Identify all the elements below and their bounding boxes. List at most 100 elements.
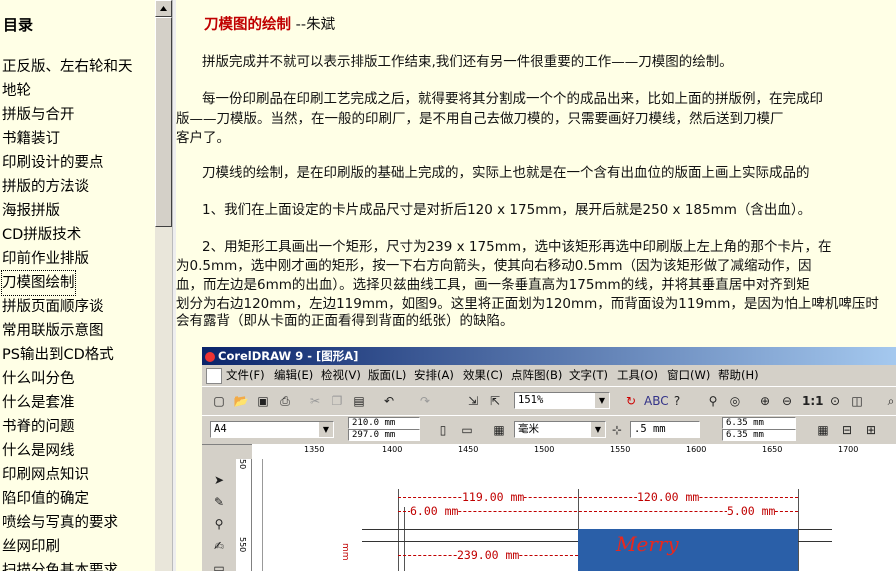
page-width-field[interactable]: 210.0 mm — [348, 417, 420, 429]
units-dropdown-arrow-icon[interactable]: ▼ — [591, 422, 605, 437]
zoom-page-icon[interactable]: ⌕ — [882, 392, 896, 410]
spellcheck-icon[interactable]: ABC — [644, 392, 669, 410]
zoom-all-icon[interactable]: ◫ — [848, 392, 866, 410]
toc-link[interactable]: 陷印值的确定 — [2, 487, 89, 511]
toc-link[interactable]: 正反版、左右轮和天 — [2, 55, 133, 79]
menu-effects[interactable]: 效果(C) — [463, 365, 503, 385]
toolbox: ➤ ✎ ⚲ ✍ ▭ — [204, 459, 234, 571]
zoom-out-icon[interactable]: ⊖ — [778, 392, 796, 410]
toc-link[interactable]: 拼版与合开 — [2, 103, 75, 127]
toc-link[interactable]: 地轮 — [2, 79, 31, 103]
article-frame: 刀模图的绘制 --朱斌 拼版完成并不就可以表示排版工作结束,我们还有另一件很重要… — [176, 0, 896, 571]
scroll-thumb[interactable] — [155, 17, 172, 227]
whats-this-icon[interactable]: ? — [668, 392, 686, 410]
page-height-field[interactable]: 297.0 mm — [348, 429, 420, 441]
menu-arrange[interactable]: 安排(A) — [414, 365, 454, 385]
ruler-tick: 1350 — [304, 445, 325, 454]
toc-link-current[interactable]: 刀模图绘制 — [1, 270, 76, 296]
toc-link[interactable]: 常用联版示意图 — [2, 319, 104, 343]
menu-window[interactable]: 窗口(W) — [667, 365, 710, 385]
duplicate-y-field[interactable]: 6.35 mm — [722, 429, 796, 441]
toc-link[interactable]: 拼版页面顺序谈 — [2, 295, 104, 319]
cut-icon[interactable]: ✂ — [306, 392, 324, 410]
toc-link[interactable]: 丝网印刷 — [2, 535, 60, 559]
menubar: 文件(F) 编辑(E) 检视(V) 版面(L) 安排(A) 效果(C) 点阵图(… — [202, 365, 896, 385]
page-size-field[interactable]: A4 — [210, 421, 334, 438]
print-icon[interactable]: ⎙ — [276, 392, 294, 410]
paragraph-line: 为0.5mm，选中刚才画的矩形，按一下右方向箭头，使其向右移动0.5mm（因为该… — [176, 258, 812, 274]
snap-icon[interactable]: ⊟ — [838, 421, 856, 439]
save-icon[interactable]: ▣ — [254, 392, 272, 410]
landscape-icon[interactable]: ▭ — [458, 421, 476, 439]
toc-link[interactable]: 印刷设计的要点 — [2, 151, 104, 175]
page-border — [262, 459, 263, 571]
toc-link[interactable]: 什么叫分色 — [2, 367, 75, 391]
scroll-up-button[interactable] — [155, 0, 172, 17]
guides-icon[interactable]: ⊞ — [862, 421, 880, 439]
crop-line — [798, 489, 799, 571]
toc-link[interactable]: 印前作业排版 — [2, 247, 89, 271]
shape-tool-icon[interactable]: ✎ — [210, 493, 228, 511]
toc-link[interactable]: PS输出到CD格式 — [2, 343, 114, 367]
menu-layout[interactable]: 版面(L) — [368, 365, 406, 385]
toc-title: 目录 — [3, 16, 34, 34]
zoom-in-icon[interactable]: ⊕ — [756, 392, 774, 410]
application-launcher-icon[interactable]: ↻ — [622, 392, 640, 410]
toc-link[interactable]: 喷绘与写真的要求 — [2, 511, 118, 535]
paragraph: 拼版完成并不就可以表示排版工作结束,我们还有另一件很重要的工作——刀模图的绘制。 — [202, 54, 733, 70]
toc-link[interactable]: 什么是网线 — [2, 439, 75, 463]
paragraph: 2、用矩形工具画出一个矩形，尺寸为239 x 175mm，选中该矩形再选中印刷版… — [202, 239, 832, 255]
menu-text[interactable]: 文字(T) — [569, 365, 608, 385]
crop-line — [404, 507, 405, 571]
toc-link[interactable]: 什么是套准 — [2, 391, 75, 415]
undo-icon[interactable]: ↶ — [380, 392, 398, 410]
document-icon — [206, 368, 222, 384]
zoom-selected-icon[interactable]: ⊙ — [826, 392, 844, 410]
portrait-icon[interactable]: ▯ — [434, 421, 452, 439]
freehand-tool-icon[interactable]: ✍ — [210, 537, 228, 555]
menu-bitmaps[interactable]: 点阵图(B) — [511, 365, 562, 385]
paragraph-line: 版——刀模版。当然，在一般的印刷厂，是不用自己去做刀模的，只需要画好刀模线，然后… — [176, 111, 784, 127]
rectangle-tool-icon[interactable]: ▭ — [210, 559, 228, 571]
paragraph-line: 会有露背（即从卡面的正面看得到背面的纸张）的缺陷。 — [176, 313, 514, 329]
pick-tool-icon[interactable]: ➤ — [210, 471, 228, 489]
coreldraw-screenshot: CorelDRAW 9 - [图形A] 文件(F) 编辑(E) 检视(V) 版面… — [202, 347, 896, 571]
wireframe-icon[interactable]: ◎ — [726, 392, 744, 410]
menu-help[interactable]: 帮助(H) — [718, 365, 759, 385]
grid-icon[interactable]: ▦ — [814, 421, 832, 439]
nudge-icon: ⊹ — [611, 423, 623, 437]
toc-scrollbar[interactable] — [155, 0, 172, 571]
toc-link[interactable]: 书脊的问题 — [2, 415, 75, 439]
vertical-ruler[interactable]: 50 550 — [236, 459, 252, 571]
toc-link[interactable]: 印刷网点知识 — [2, 463, 89, 487]
toc-link[interactable]: 拼版的方法谈 — [2, 175, 89, 199]
menu-file[interactable]: 文件(F) — [226, 365, 265, 385]
article-title: 刀模图的绘制 — [204, 17, 291, 33]
copy-icon[interactable]: ❐ — [328, 392, 346, 410]
zoom-dropdown-arrow-icon[interactable]: ▼ — [595, 393, 609, 408]
menu-view[interactable]: 检视(V) — [321, 365, 361, 385]
toc-link[interactable]: 书籍装订 — [2, 127, 60, 151]
drawing-canvas[interactable]: mm Merry 119.00 mm 120.00 mm 6.00 mm 5.0… — [252, 459, 896, 571]
open-icon[interactable]: 📂 — [232, 392, 250, 410]
new-icon[interactable]: ▢ — [210, 392, 228, 410]
page-size-dropdown-arrow-icon[interactable]: ▼ — [319, 422, 333, 437]
horizontal-ruler[interactable]: 1350 1400 1450 1500 1550 1600 1650 1700 — [252, 444, 896, 460]
import-icon[interactable]: ⇲ — [464, 392, 482, 410]
binoculars-icon[interactable]: ⚲ — [704, 392, 722, 410]
menu-tools[interactable]: 工具(O) — [617, 365, 658, 385]
nudge-field[interactable]: .5 mm — [630, 421, 700, 438]
zoom-tool-icon[interactable]: ⚲ — [210, 515, 228, 533]
toc-frame: 目录 正反版、左右轮和天 地轮 拼版与合开 书籍装订 印刷设计的要点 拼版的方法… — [0, 0, 155, 571]
paste-icon[interactable]: ▤ — [350, 392, 368, 410]
layout-icon[interactable]: ▦ — [490, 421, 508, 439]
toc-link[interactable]: 海报拼版 — [2, 199, 60, 223]
redo-icon[interactable]: ↷ — [416, 392, 434, 410]
duplicate-x-field[interactable]: 6.35 mm — [722, 417, 796, 429]
toc-link[interactable]: CD拼版技术 — [2, 223, 81, 247]
export-icon[interactable]: ⇱ — [486, 392, 504, 410]
zoom-actual-icon[interactable]: 1:1 — [802, 392, 824, 410]
paragraph-line: 血，而左边是6mm的出血）。选择贝兹曲线工具，画一条垂直高为175mm的线，并将… — [176, 277, 810, 293]
menu-edit[interactable]: 编辑(E) — [274, 365, 313, 385]
toc-link[interactable]: 扫描分色基本要求 — [2, 559, 118, 571]
